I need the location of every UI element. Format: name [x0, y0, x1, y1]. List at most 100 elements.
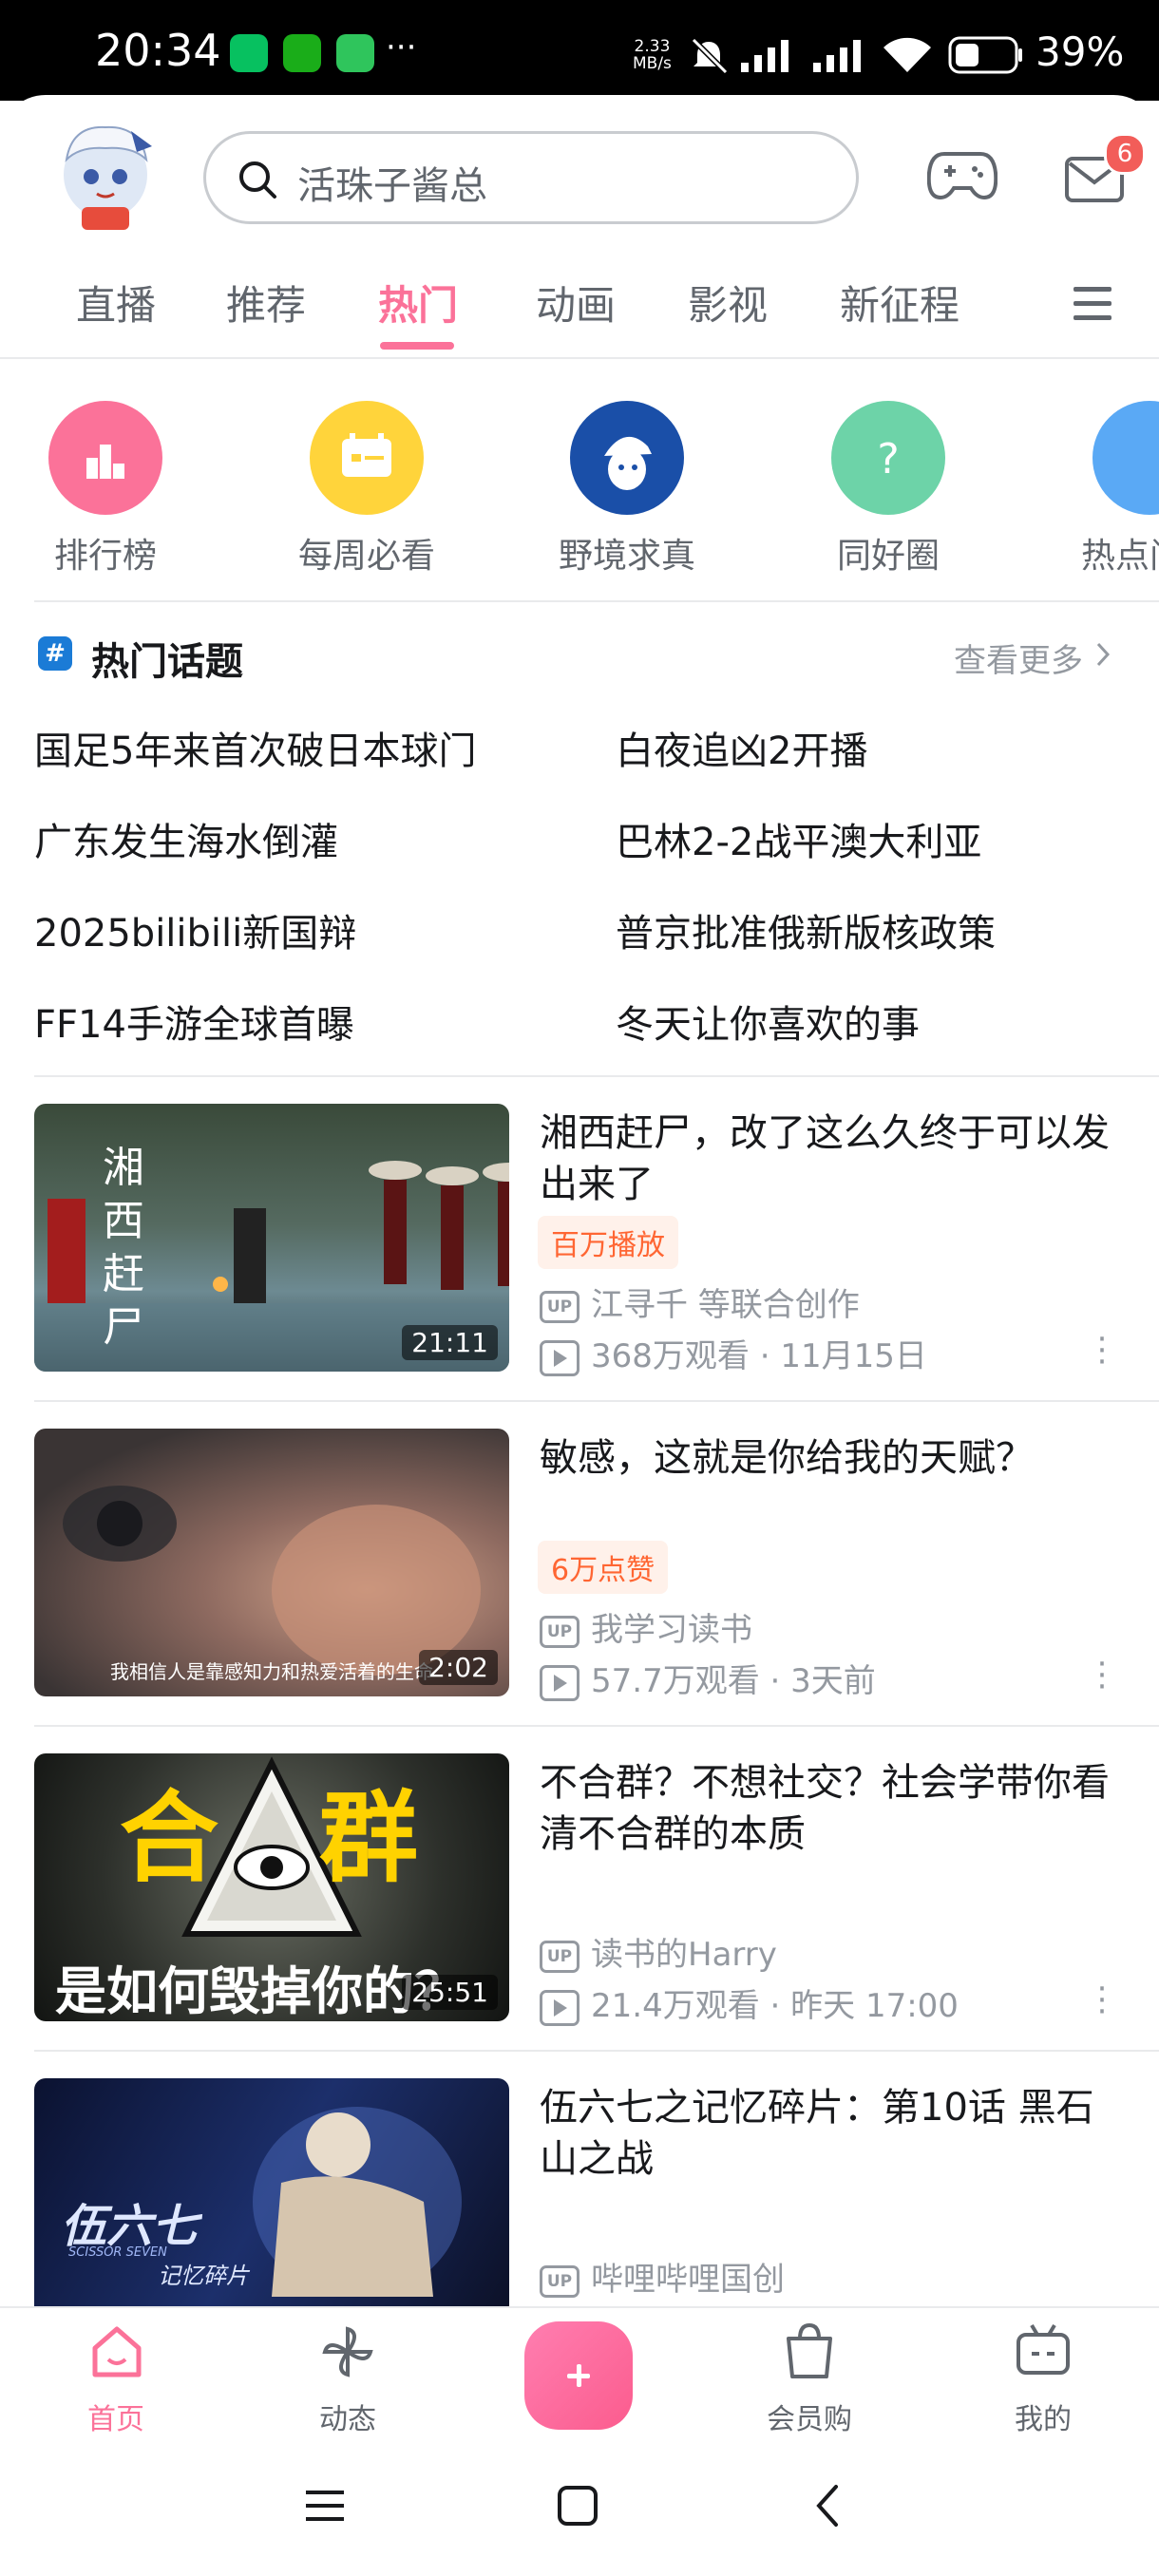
video-title[interactable]: 敏感，这就是你给我的天赋？	[540, 1432, 1129, 1484]
chevron-right-icon	[1096, 642, 1111, 667]
signal-2-icon	[813, 40, 861, 72]
app-notification-icon	[283, 34, 321, 72]
more-options-icon[interactable]: · · ·	[1092, 1323, 1112, 1378]
bottom-navigation: 首页 动态 会员购 我的	[0, 2306, 1159, 2451]
recent-apps-icon[interactable]	[304, 2487, 346, 2525]
thumbnail-subtitle: 我相信人是靠感知力和热爱活着的生命	[110, 1660, 433, 1683]
avatar[interactable]	[53, 122, 158, 234]
profile-tv-icon[interactable]	[1015, 2323, 1072, 2377]
shortcut-ranking-label[interactable]: 排行榜	[0, 528, 219, 578]
plus-icon	[567, 2364, 590, 2387]
video-author[interactable]: UP 哔哩哔哩国创	[540, 2253, 785, 2300]
video-thumbnail[interactable]: 合 群 是如何毁掉你的？ 25:51	[34, 1753, 509, 2021]
topic-item[interactable]: 冬天让你喜欢的事	[616, 994, 920, 1049]
up-icon: UP	[540, 1940, 580, 1973]
video-thumbnail[interactable]: 我相信人是靠感知力和热爱活着的生命 2:02	[34, 1429, 509, 1696]
tab-recommend[interactable]: 推荐	[226, 274, 306, 331]
wechat-icon	[230, 34, 268, 72]
play-count-icon	[540, 1339, 580, 1376]
video-duration: 25:51	[402, 1975, 498, 2010]
topic-item[interactable]: 巴林2-2战平澳大利亚	[616, 811, 981, 866]
status-time: 20:34	[95, 25, 221, 76]
thumbnail-caption: 湘西赶尸	[103, 1144, 144, 1352]
tab-new-journey[interactable]: 新征程	[840, 274, 960, 331]
shortcut-wild-label[interactable]: 野境求真	[513, 528, 741, 578]
menu-icon[interactable]	[1072, 285, 1113, 323]
author-name: 我学习读书	[591, 1611, 752, 1649]
wild-explore-icon[interactable]	[570, 401, 684, 515]
video-author[interactable]: UP 我学习读书	[540, 1603, 752, 1650]
topic-item[interactable]: 2025bilibili新国辩	[34, 902, 356, 957]
video-title[interactable]: 湘西赶尸，改了这么久终于可以发出来了	[540, 1108, 1129, 1210]
separator-dot: ·	[749, 1337, 781, 1375]
video-stats: 57.7万观看 · 3天前	[540, 1655, 876, 1701]
topic-item[interactable]: FF14手游全球首曝	[34, 994, 354, 1049]
nav-dynamic-label[interactable]: 动态	[281, 2396, 414, 2437]
search-icon	[239, 161, 276, 199]
interest-circle-icon[interactable]: ?	[831, 401, 945, 515]
topic-item[interactable]: 普京批准俄新版核政策	[616, 902, 996, 957]
video-stats: 368万观看 · 11月15日	[540, 1330, 927, 1376]
view-count: 368万观看	[591, 1337, 750, 1375]
up-icon: UP	[540, 1615, 580, 1648]
video-divider	[34, 1725, 1159, 1727]
home-icon[interactable]	[89, 2323, 144, 2380]
nav-mine-label[interactable]: 我的	[977, 2396, 1110, 2437]
tab-hot[interactable]: 热门	[378, 274, 458, 331]
video-thumbnail[interactable]: 伍六七 SCISSOR SEVEN 记忆碎片	[34, 2078, 509, 2306]
svg-text:?: ?	[877, 435, 899, 483]
active-tab-indicator	[380, 342, 454, 350]
thumbnail-caption: 群	[319, 1780, 419, 1896]
video-stats: 21.4万观看 · 昨天 17:00	[540, 1979, 959, 2026]
search-bar[interactable]: 活珠子酱总	[203, 131, 859, 224]
back-icon[interactable]	[813, 2483, 842, 2529]
game-controller-icon[interactable]	[927, 148, 998, 203]
topic-item[interactable]: 白夜追凶2开播	[616, 720, 867, 775]
weekly-calendar-icon[interactable]	[310, 401, 424, 515]
topic-item[interactable]: 广东发生海水倒灌	[34, 811, 338, 866]
play-count-icon	[540, 1989, 580, 2026]
video-duration: 21:11	[402, 1325, 498, 1360]
video-author[interactable]: UP 读书的Harry	[540, 1928, 777, 1975]
play-count-icon	[540, 1664, 580, 1701]
hot-topics-more[interactable]: 查看更多	[954, 635, 1083, 681]
video-title[interactable]: 伍六七之记忆碎片：第10话 黑石山之战	[540, 2082, 1129, 2185]
shortcut-circle-label[interactable]: 同好圈	[774, 528, 1002, 578]
video-badge: 百万播放	[538, 1216, 678, 1269]
tab-film[interactable]: 影视	[688, 274, 768, 331]
hot-topics-title: 热门话题	[91, 640, 243, 684]
nav-mall-label[interactable]: 会员购	[743, 2396, 876, 2437]
topic-item[interactable]: 国足5年来首次破日本球门	[34, 720, 476, 775]
topics-divider	[34, 1075, 1159, 1077]
ranking-icon[interactable]	[48, 401, 162, 515]
more-options-icon[interactable]: · · ·	[1092, 1973, 1112, 2028]
author-name: 江寻千 等联合创作	[591, 1286, 860, 1324]
nav-home-label[interactable]: 首页	[49, 2396, 182, 2437]
shortcut-hot-label[interactable]: 热点问	[1081, 528, 1159, 578]
video-thumbnail[interactable]: 湘西赶尸 21:11	[34, 1104, 509, 1372]
battery-percent: 39%	[1036, 28, 1125, 75]
video-divider	[34, 1400, 1159, 1402]
video-divider	[34, 2050, 1159, 2052]
more-options-icon[interactable]: · · ·	[1092, 1648, 1112, 1703]
publish-date: 昨天 17:00	[790, 1987, 959, 2025]
publish-date: 11月15日	[780, 1337, 927, 1375]
shortcuts-divider	[34, 600, 1159, 602]
thumbnail-caption: 合	[120, 1780, 219, 1896]
net-speed: 2.33 MB/s	[633, 38, 672, 72]
video-title[interactable]: 不合群？不想社交？社会学带你看清不合群的本质	[540, 1757, 1129, 1860]
video-author[interactable]: UP 江寻千 等联合创作	[540, 1279, 860, 1325]
net-speed-unit: MB/s	[633, 54, 672, 73]
upload-button[interactable]	[524, 2321, 633, 2430]
more-notifications: ···	[386, 28, 417, 66]
separator-dot: ·	[759, 1662, 791, 1700]
video-duration: 2:02	[419, 1650, 498, 1685]
dynamic-pinwheel-icon[interactable]	[319, 2323, 376, 2380]
shortcut-weekly-label[interactable]: 每周必看	[253, 528, 481, 578]
net-speed-value: 2.33	[634, 37, 671, 56]
tab-live[interactable]: 直播	[76, 274, 156, 331]
shopping-bag-icon[interactable]	[781, 2321, 838, 2380]
tab-animation[interactable]: 动画	[536, 274, 616, 331]
thumbnail-logo-subtitle: SCISSOR SEVEN	[68, 2245, 167, 2260]
home-square-icon[interactable]	[557, 2485, 598, 2527]
